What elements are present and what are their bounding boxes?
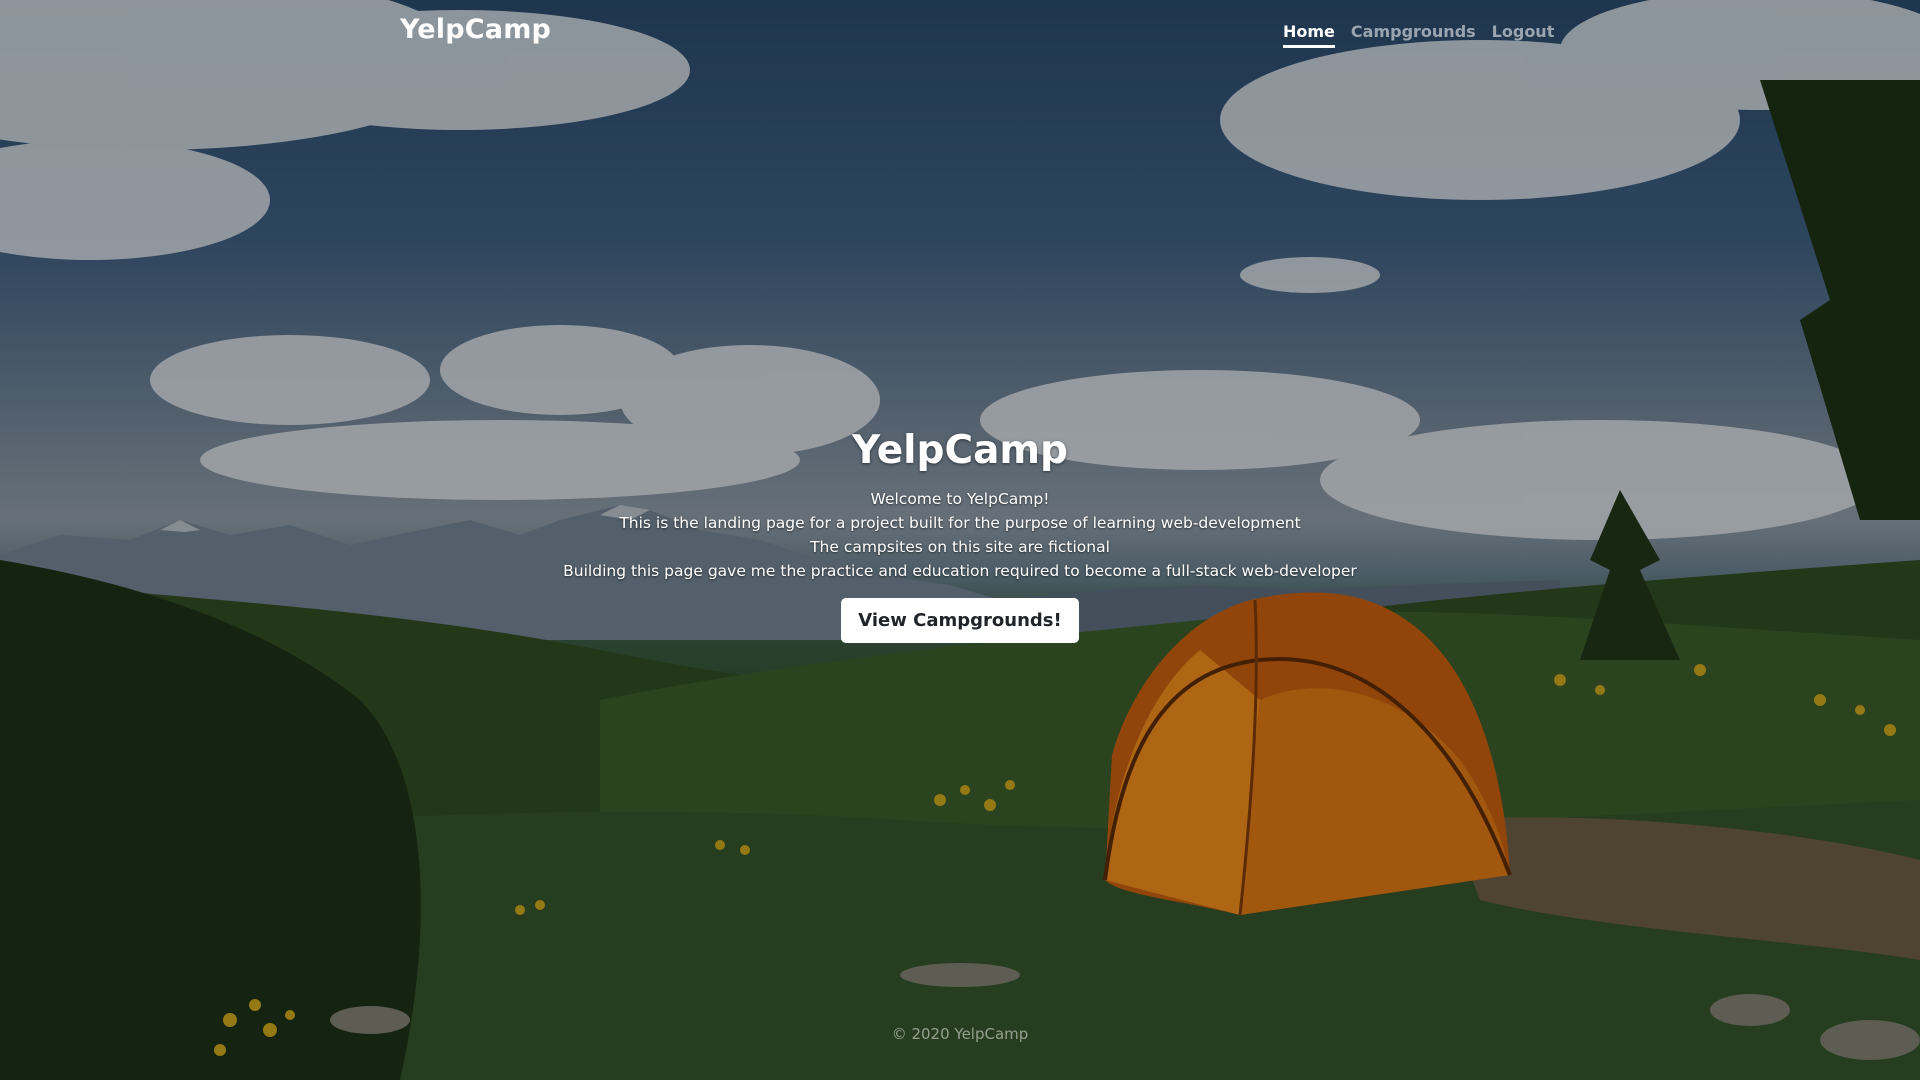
hero-title: YelpCamp bbox=[852, 428, 1068, 473]
nav-link-logout[interactable]: Logout bbox=[1492, 22, 1555, 48]
navbar-brand[interactable]: YelpCamp bbox=[400, 14, 551, 45]
hero-fictional-line: The campsites on this site are fictional bbox=[810, 538, 1110, 556]
hero-practice-line: Building this page gave me the practice … bbox=[563, 562, 1357, 580]
navbar-links: Home Campgrounds Logout bbox=[1283, 22, 1554, 48]
landing-page: YelpCamp Home Campgrounds Logout YelpCam… bbox=[0, 0, 1920, 1080]
hero-welcome-line: Welcome to YelpCamp! bbox=[870, 490, 1050, 508]
hero-purpose-line: This is the landing page for a project b… bbox=[619, 514, 1301, 532]
nav-link-campgrounds[interactable]: Campgrounds bbox=[1351, 22, 1476, 48]
nav-link-home[interactable]: Home bbox=[1283, 22, 1335, 48]
view-campgrounds-button[interactable]: View Campgrounds! bbox=[841, 598, 1079, 643]
hero-section: YelpCamp Welcome to YelpCamp! This is th… bbox=[0, 428, 1920, 643]
footer-copyright: © 2020 YelpCamp bbox=[891, 1025, 1029, 1043]
